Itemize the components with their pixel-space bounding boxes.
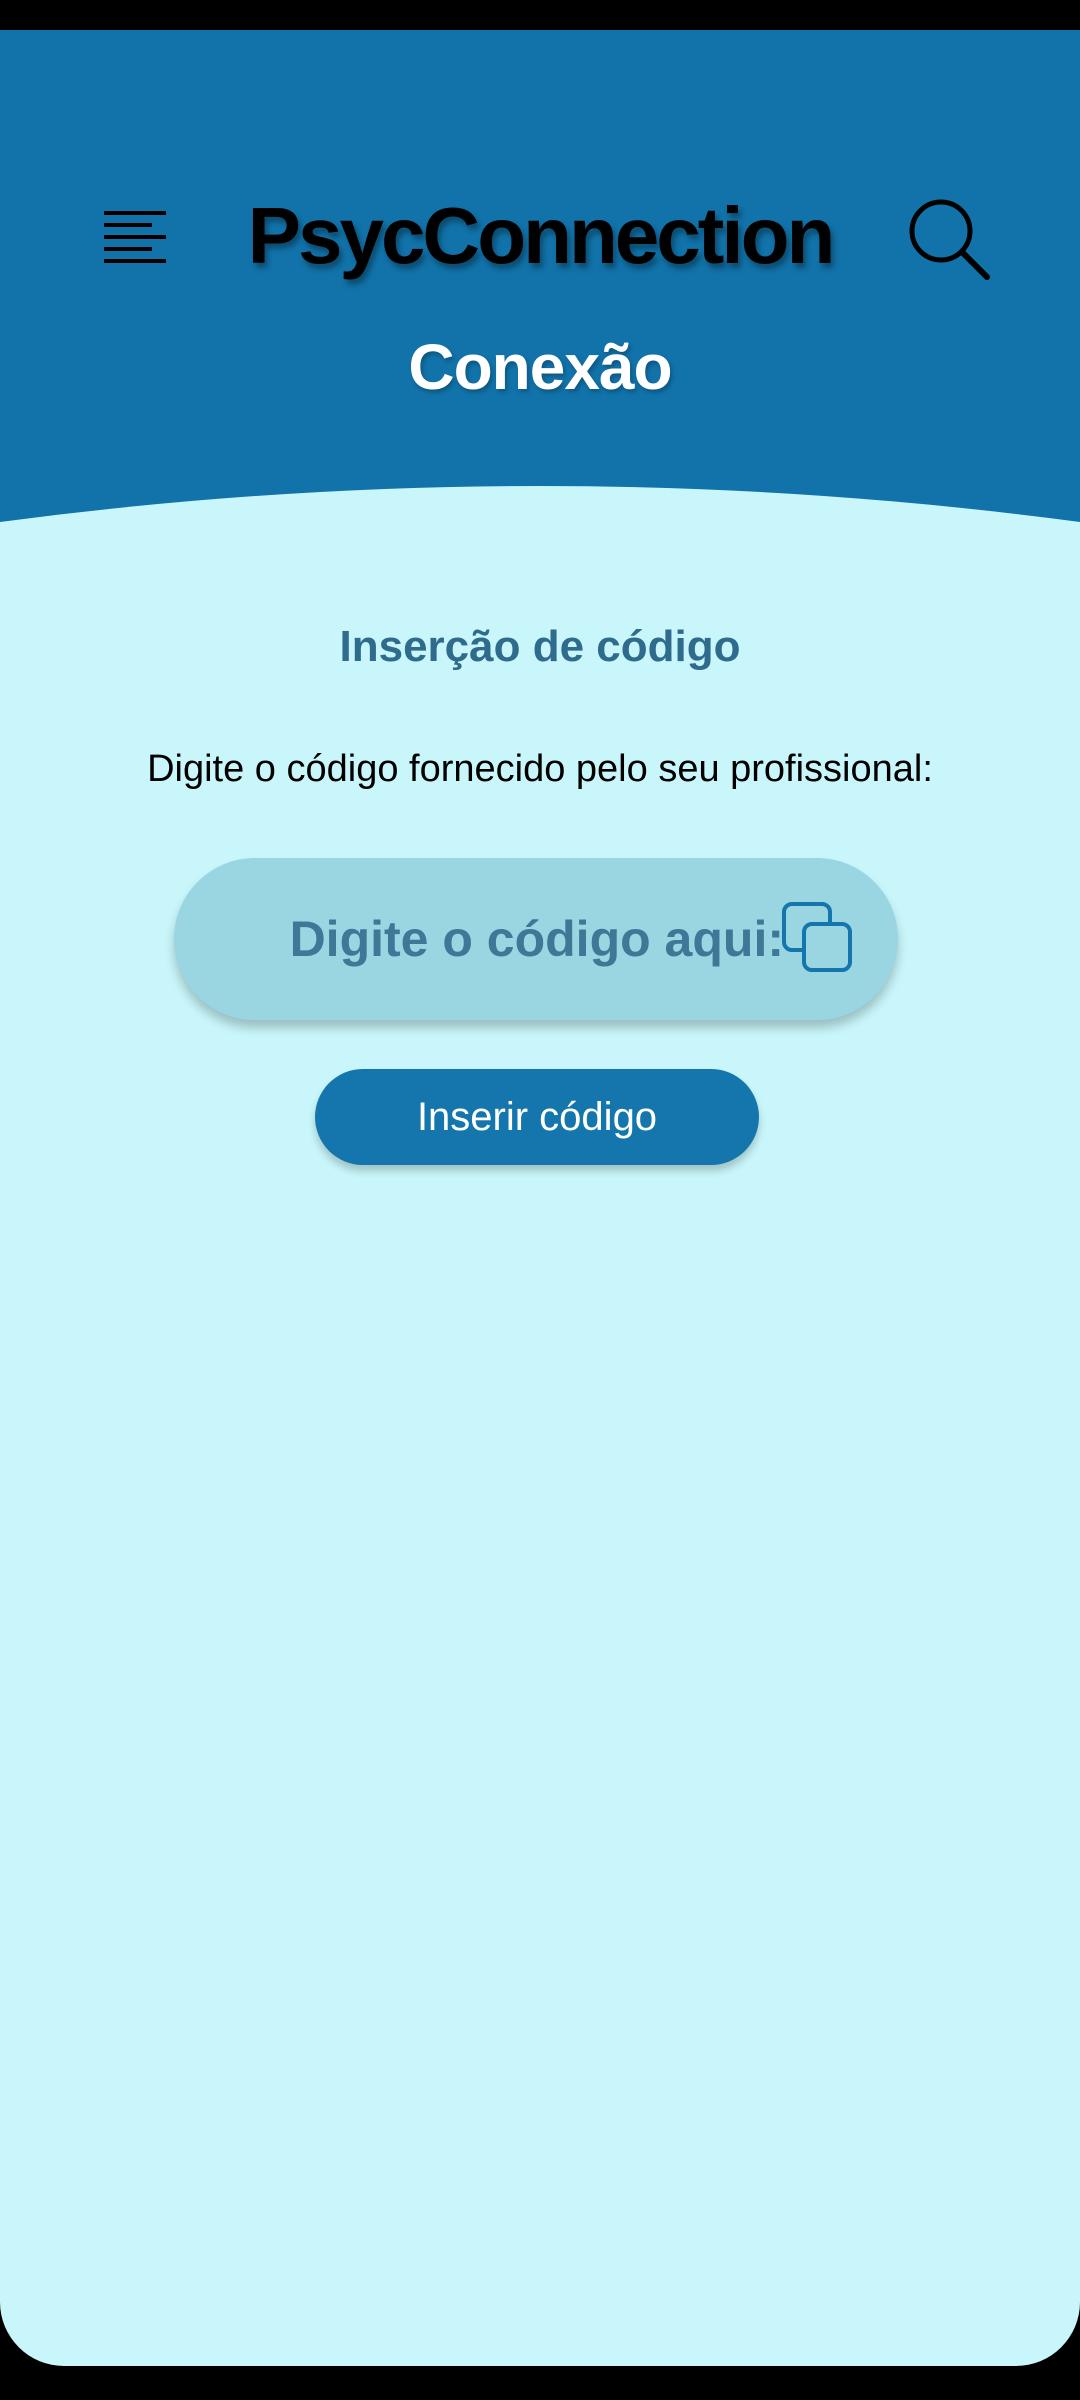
instruction-text: Digite o código fornecido pelo seu profi… bbox=[147, 748, 933, 790]
search-icon[interactable] bbox=[905, 195, 995, 285]
app-screen: PsycConnection Conexão Inserção de códig… bbox=[0, 30, 1080, 2366]
code-field bbox=[174, 858, 898, 1020]
section-title: Inserção de código bbox=[339, 622, 741, 671]
screen-title: Conexão bbox=[408, 331, 672, 403]
code-input[interactable] bbox=[204, 858, 784, 1020]
header-background bbox=[0, 30, 1080, 522]
copy-icon[interactable] bbox=[780, 900, 856, 976]
header: PsycConnection Conexão bbox=[0, 30, 1080, 550]
insert-code-button[interactable]: Inserir código bbox=[315, 1069, 759, 1165]
